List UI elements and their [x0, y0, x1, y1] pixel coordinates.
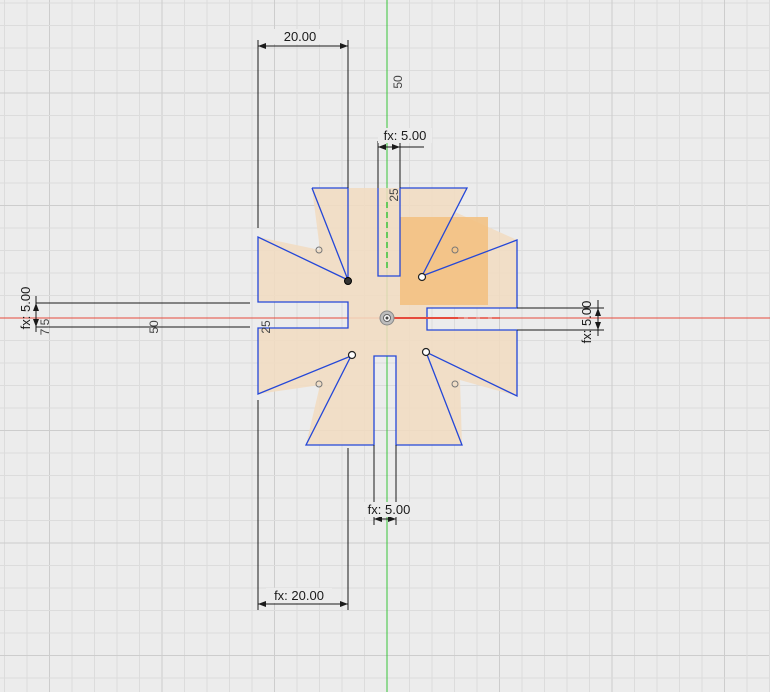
dim-top-slot[interactable]: fx: 5.00 [384, 128, 427, 143]
dim-right-slot[interactable]: fx: 5.00 [579, 301, 594, 344]
dimension-arrows [33, 43, 601, 607]
dim-vertical-25[interactable]: 25 [387, 188, 401, 202]
sketch-canvas[interactable]: 20.00 fx: 20.00 fx: 5.00 fx: 5.00 fx: 5.… [0, 0, 770, 692]
dim-horizontal-25[interactable]: 25 [259, 320, 273, 334]
selected-region[interactable] [400, 217, 488, 305]
dim-top-width[interactable]: 20.00 [284, 29, 317, 44]
sketch-point[interactable] [344, 277, 352, 285]
dim-bottom-slot[interactable]: fx: 5.00 [368, 502, 411, 517]
sketch-point[interactable] [417, 272, 427, 282]
dim-left-slot[interactable]: fx: 5.00 [18, 287, 33, 330]
dim-bottom-width[interactable]: fx: 20.00 [274, 588, 324, 603]
dim-vertical-50[interactable]: 50 [391, 75, 405, 89]
sketch-point[interactable] [421, 347, 431, 357]
dim-horizontal-50[interactable]: 50 [147, 320, 161, 334]
dim-small-75[interactable]: 7.5 [38, 318, 52, 335]
sketch-point[interactable] [347, 350, 357, 360]
origin-icon[interactable] [379, 310, 395, 326]
